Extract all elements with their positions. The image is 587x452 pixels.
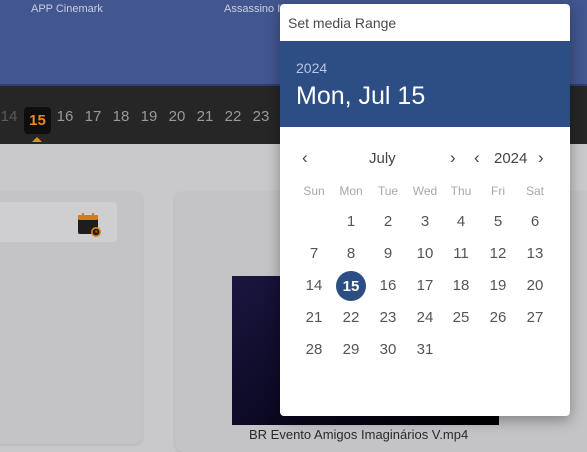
day-cell[interactable]: 8 xyxy=(334,240,368,268)
day-cell[interactable]: 27 xyxy=(518,304,552,332)
strip-day[interactable]: 22 xyxy=(219,108,247,125)
weekday-label: Wed xyxy=(412,184,438,198)
date-picker-dialog: Set media Range 2024 Mon, Jul 15 ‹ July … xyxy=(280,4,570,416)
tile-label-cinemark[interactable]: APP Cinemark xyxy=(31,3,103,15)
day-cell[interactable]: 4 xyxy=(444,208,478,236)
day-cell[interactable]: 24 xyxy=(408,304,442,332)
strip-day[interactable]: 23 xyxy=(247,108,275,125)
strip-day[interactable]: 18 xyxy=(107,108,135,125)
day-cell[interactable]: 1 xyxy=(334,208,368,236)
day-cell[interactable]: 10 xyxy=(408,240,442,268)
strip-day-selected[interactable]: 15 xyxy=(24,107,51,134)
day-cell[interactable]: 20 xyxy=(518,272,552,300)
day-cell[interactable]: 25 xyxy=(444,304,478,332)
weekday-label: Sat xyxy=(525,184,544,198)
video-file-name: BR Evento Amigos Imaginários V.mp4 xyxy=(249,427,469,442)
strip-day[interactable]: 21 xyxy=(191,108,219,125)
day-cell[interactable]: 26 xyxy=(481,304,515,332)
day-cell[interactable]: 5 xyxy=(481,208,515,236)
day-cell[interactable]: 14 xyxy=(297,272,331,300)
day-cell[interactable]: 21 xyxy=(297,304,331,332)
selected-day-caret-icon xyxy=(32,137,42,142)
day-cell[interactable]: 2 xyxy=(371,208,405,236)
dialog-title: Set media Range xyxy=(288,15,397,31)
day-cell[interactable]: 23 xyxy=(371,304,405,332)
header-year[interactable]: 2024 xyxy=(296,60,327,76)
day-cell[interactable]: 9 xyxy=(371,240,405,268)
strip-day[interactable]: 20 xyxy=(163,108,191,125)
day-cell[interactable]: 6 xyxy=(518,208,552,236)
weekday-label: Sun xyxy=(303,184,325,198)
left-card xyxy=(0,192,142,444)
day-cell[interactable]: 19 xyxy=(481,272,515,300)
day-cell[interactable]: 16 xyxy=(371,272,405,300)
weekday-label: Fri xyxy=(491,184,505,198)
weekday-label: Thu xyxy=(450,184,472,198)
strip-day[interactable]: 19 xyxy=(135,108,163,125)
day-cell[interactable]: 29 xyxy=(334,336,368,364)
day-cell[interactable]: 18 xyxy=(444,272,478,300)
year-label[interactable]: 2024 xyxy=(494,150,527,167)
tile-label-assassino[interactable]: Assassino I xyxy=(224,3,280,15)
picker-header: 2024 Mon, Jul 15 xyxy=(280,41,570,127)
header-selected-date: Mon, Jul 15 xyxy=(296,82,426,110)
day-cell[interactable]: 30 xyxy=(371,336,405,364)
month-label[interactable]: July xyxy=(369,150,396,167)
day-cell[interactable]: 28 xyxy=(297,336,331,364)
day-cell[interactable]: 11 xyxy=(444,240,478,268)
day-cell-selected[interactable]: 15 xyxy=(336,271,366,301)
calendar-clock-icon[interactable] xyxy=(77,212,103,243)
strip-day[interactable]: 17 xyxy=(79,108,107,125)
day-cell[interactable]: 22 xyxy=(334,304,368,332)
day-cell[interactable]: 31 xyxy=(408,336,442,364)
next-month-icon[interactable]: › xyxy=(450,148,456,168)
day-cell[interactable]: 7 xyxy=(297,240,331,268)
next-year-icon[interactable]: › xyxy=(538,148,544,168)
weekday-label: Mon xyxy=(339,184,363,198)
day-cell[interactable]: 17 xyxy=(408,272,442,300)
prev-year-icon[interactable]: ‹ xyxy=(474,148,480,168)
prev-month-icon[interactable]: ‹ xyxy=(302,148,308,168)
strip-day[interactable]: 14 xyxy=(0,108,23,125)
day-cell[interactable]: 13 xyxy=(518,240,552,268)
day-cell[interactable]: 12 xyxy=(481,240,515,268)
strip-day[interactable]: 16 xyxy=(51,108,79,125)
day-cell[interactable]: 3 xyxy=(408,208,442,236)
weekday-label: Tue xyxy=(377,184,399,198)
